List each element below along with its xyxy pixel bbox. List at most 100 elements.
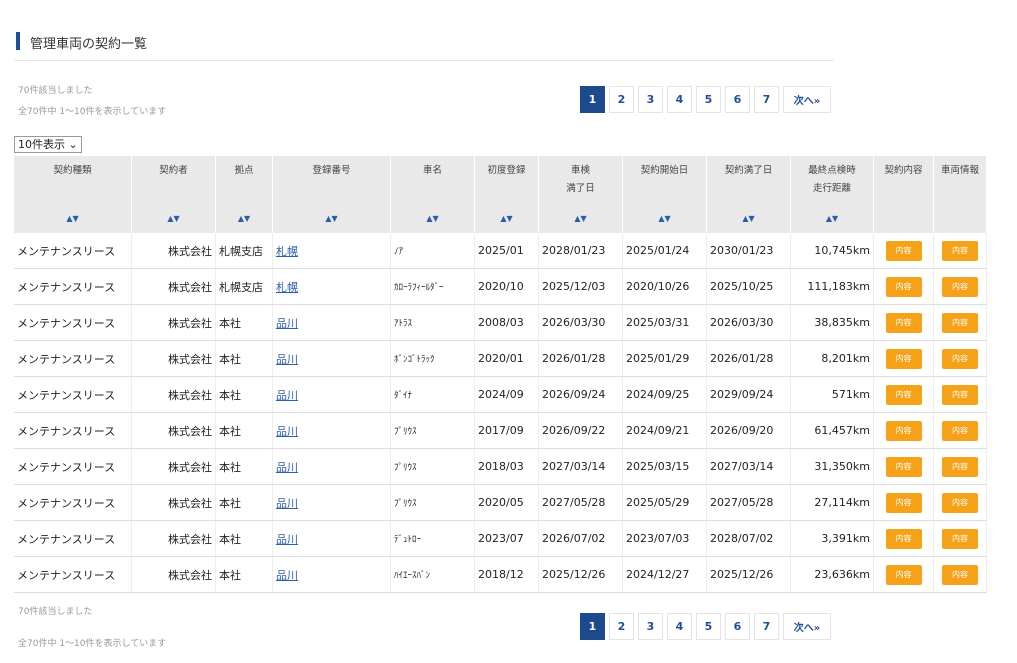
cell-shaken: 2026/07/02 — [538, 520, 623, 557]
column-header-label: 契約者 — [159, 165, 188, 176]
per-page-select[interactable]: 10件表示 ⌄ — [14, 136, 82, 153]
sort-arrows-icon[interactable]: ▲▼ — [132, 214, 215, 223]
cell-type: メンテナンスリース — [14, 556, 132, 593]
contract-detail-button[interactable]: 内容 — [885, 528, 922, 549]
cell-vehicle-info-button: 内容 — [933, 340, 987, 377]
page-link-3[interactable]: 3 — [638, 613, 663, 640]
page-link-4[interactable]: 4 — [667, 613, 692, 640]
next-page-link[interactable]: 次へ» — [783, 86, 831, 113]
cell-holder: 株式会社 — [131, 556, 216, 593]
sort-arrows-icon[interactable]: ▲▼ — [14, 214, 131, 223]
page-link-5[interactable]: 5 — [696, 613, 721, 640]
cell-reg[interactable]: 品川 — [272, 412, 391, 449]
cell-type: メンテナンスリース — [14, 484, 132, 521]
sort-arrows-icon[interactable]: ▲▼ — [707, 214, 790, 223]
contract-detail-button[interactable]: 内容 — [885, 420, 922, 441]
contract-detail-button[interactable]: 内容 — [885, 240, 922, 261]
cell-reg[interactable]: 品川 — [272, 340, 391, 377]
cell-first: 2023/07 — [474, 520, 539, 557]
cell-end: 2029/09/24 — [706, 376, 791, 413]
cell-shaken: 2028/01/23 — [538, 233, 623, 269]
cell-reg[interactable]: 品川 — [272, 520, 391, 557]
vehicle-info-button[interactable]: 内容 — [942, 564, 978, 585]
vehicle-info-button[interactable]: 内容 — [942, 240, 978, 261]
page-link-1[interactable]: 1 — [580, 86, 605, 113]
sort-arrows-icon[interactable]: ▲▼ — [791, 214, 873, 223]
cell-reg[interactable]: 品川 — [272, 484, 391, 521]
cell-shaken: 2027/05/28 — [538, 484, 623, 521]
column-header-label: 契約満了日 — [724, 165, 773, 176]
page-link-5[interactable]: 5 — [696, 86, 721, 113]
cell-mileage: 3,391km — [790, 520, 874, 557]
contract-detail-button[interactable]: 内容 — [885, 348, 922, 369]
contract-table: 契約種類 ▲▼ 契約者 ▲▼ 拠点 ▲▼ 登録番号 ▲▼ 車名 ▲▼ 初度登録 ▲▼ 車検 満了日 ▲▼ 契… — [14, 156, 987, 593]
cell-end: 2025/10/25 — [706, 268, 791, 305]
sort-arrows-icon[interactable]: ▲▼ — [623, 214, 706, 223]
cell-reg[interactable]: 品川 — [272, 556, 391, 593]
contract-detail-button[interactable]: 内容 — [885, 456, 922, 477]
contract-detail-button[interactable]: 内容 — [885, 564, 922, 585]
sort-arrows-icon[interactable]: ▲▼ — [216, 214, 272, 223]
cell-base: 札幌支店 — [215, 233, 273, 269]
column-header-1: 契約種類 ▲▼ — [14, 156, 132, 233]
cell-mileage: 31,350km — [790, 448, 874, 485]
cell-end: 2026/09/20 — [706, 412, 791, 449]
cell-mileage: 10,745km — [790, 233, 874, 269]
page-link-7[interactable]: 7 — [754, 613, 779, 640]
vehicle-info-button[interactable]: 内容 — [942, 456, 978, 477]
cell-reg[interactable]: 札幌 — [272, 233, 391, 269]
cell-type: メンテナンスリース — [14, 340, 132, 377]
page-link-7[interactable]: 7 — [754, 86, 779, 113]
column-header-7: 車検 満了日 ▲▼ — [538, 156, 623, 233]
cell-reg[interactable]: 品川 — [272, 304, 391, 341]
vehicle-info-button[interactable]: 内容 — [942, 420, 978, 441]
page-link-3[interactable]: 3 — [638, 86, 663, 113]
cell-first: 2020/01 — [474, 340, 539, 377]
column-header-label: 拠点 — [234, 165, 254, 176]
page-link-6[interactable]: 6 — [725, 613, 750, 640]
contract-detail-button[interactable]: 内容 — [885, 492, 922, 513]
cell-holder: 株式会社 — [131, 268, 216, 305]
page-link-4[interactable]: 4 — [667, 86, 692, 113]
sort-arrows-icon[interactable]: ▲▼ — [273, 214, 390, 223]
vehicle-info-button[interactable]: 内容 — [942, 384, 978, 405]
vehicle-info-button[interactable]: 内容 — [942, 312, 978, 333]
next-page-link[interactable]: 次へ» — [783, 613, 831, 640]
table-row: メンテナンスリース 株式会社 本社 品川 ｱﾄﾗｽ 2008/03 2026/03/30 20… — [14, 304, 987, 341]
cell-end: 2027/05/28 — [706, 484, 791, 521]
sort-arrows-icon[interactable]: ▲▼ — [475, 214, 538, 223]
cell-reg[interactable]: 品川 — [272, 376, 391, 413]
vehicle-info-button[interactable]: 内容 — [942, 492, 978, 513]
table-row: メンテナンスリース 株式会社 札幌支店 札幌 ﾉｱ 2025/01 2028/01/23 20… — [14, 233, 987, 269]
cell-reg[interactable]: 札幌 — [272, 268, 391, 305]
vehicle-info-button[interactable]: 内容 — [942, 528, 978, 549]
page-link-1[interactable]: 1 — [580, 613, 605, 640]
cell-mileage: 23,636km — [790, 556, 874, 593]
column-header-label: 初度登録 — [487, 165, 526, 176]
page-link-2[interactable]: 2 — [609, 86, 634, 113]
contract-detail-button[interactable]: 内容 — [885, 312, 922, 333]
cell-shaken: 2026/01/28 — [538, 340, 623, 377]
cell-type: メンテナンスリース — [14, 376, 132, 413]
cell-vehicle-info-button: 内容 — [933, 376, 987, 413]
vehicle-info-button[interactable]: 内容 — [942, 348, 978, 369]
sort-arrows-icon[interactable]: ▲▼ — [391, 214, 474, 223]
cell-reg[interactable]: 品川 — [272, 448, 391, 485]
vehicle-info-button[interactable]: 内容 — [942, 276, 978, 297]
contract-detail-button[interactable]: 内容 — [885, 276, 922, 297]
cell-car: ﾃﾞｭﾄﾛｰ — [390, 520, 475, 557]
contract-detail-button[interactable]: 内容 — [885, 384, 922, 405]
sort-arrows-icon[interactable]: ▲▼ — [539, 214, 622, 223]
cell-start: 2024/12/27 — [622, 556, 707, 593]
cell-type: メンテナンスリース — [14, 304, 132, 341]
cell-base: 本社 — [215, 520, 273, 557]
cell-first: 2020/05 — [474, 484, 539, 521]
cell-car: ﾌﾟﾘｳｽ — [390, 412, 475, 449]
page-link-6[interactable]: 6 — [725, 86, 750, 113]
cell-holder: 株式会社 — [131, 520, 216, 557]
result-count-top: 70件該当しました — [18, 86, 93, 96]
cell-vehicle-info-button: 内容 — [933, 556, 987, 593]
cell-shaken: 2027/03/14 — [538, 448, 623, 485]
page-link-2[interactable]: 2 — [609, 613, 634, 640]
table-row: メンテナンスリース 株式会社 本社 品川 ﾌﾟﾘｳｽ 2020/05 2027/05/28 2… — [14, 484, 987, 521]
